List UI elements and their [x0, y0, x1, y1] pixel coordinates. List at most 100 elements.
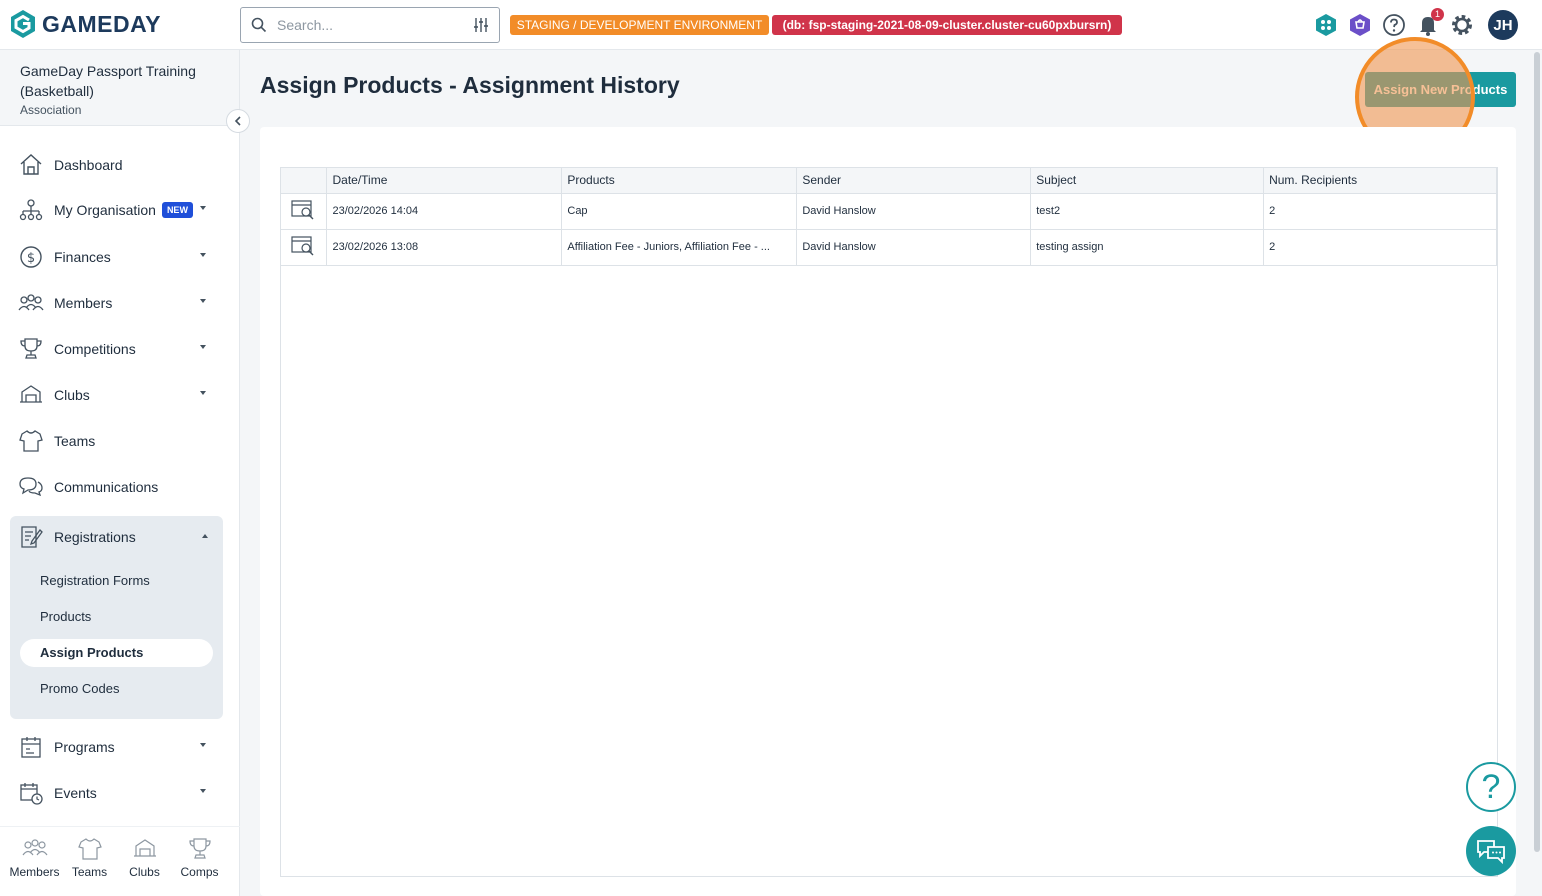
database-badge: (db: fsp-staging-2021-08-09-cluster.clus… — [772, 15, 1122, 35]
chevron-down-icon — [200, 743, 206, 747]
shortcut-label: Members — [9, 865, 60, 879]
search-icon — [251, 17, 267, 33]
cell-sender: David Hanslow — [796, 229, 1032, 266]
shield-cart-icon[interactable] — [1348, 13, 1372, 37]
sidebar-item-label: Finances — [54, 249, 111, 265]
gameday-logo-icon — [11, 10, 35, 38]
sidebar-item-events[interactable]: Events — [18, 778, 218, 808]
clubhouse-icon — [133, 839, 156, 857]
chevron-down-icon — [200, 789, 206, 793]
sidebar-item-finances[interactable]: $ Finances — [18, 242, 218, 272]
view-details-cell[interactable] — [281, 229, 328, 266]
chevron-down-icon — [200, 345, 206, 349]
help-circle-icon[interactable] — [1382, 13, 1406, 37]
sidebar-item-label: Dashboard — [54, 157, 123, 173]
sidebar-item-communications[interactable]: Communications — [18, 472, 218, 502]
assign-new-products-button[interactable]: Assign New Products — [1365, 72, 1516, 107]
table-header-products[interactable]: Products — [561, 168, 798, 194]
table-row[interactable]: 23/02/2026 14:04 Cap David Hanslow test2… — [281, 193, 1497, 230]
chat-button[interactable] — [1466, 826, 1516, 876]
registration-form-icon — [21, 526, 43, 548]
cell-sender: David Hanslow — [796, 193, 1032, 230]
organisation-panel: GameDay Passport Training (Basketball) A… — [0, 50, 239, 126]
shortcut-comps[interactable]: Comps — [172, 827, 227, 896]
members-group-icon — [22, 839, 47, 856]
chevron-down-icon — [200, 206, 206, 210]
sidebar-subitem-products[interactable]: Products — [20, 603, 213, 631]
table-header-subject[interactable]: Subject — [1030, 168, 1265, 194]
sidebar-item-label: My Organisation — [54, 202, 156, 218]
dollar-circle-icon: $ — [20, 246, 42, 268]
help-button[interactable]: ? — [1466, 762, 1516, 812]
chevron-left-icon — [234, 116, 241, 126]
search-box[interactable] — [240, 7, 500, 43]
notification-count-badge: 1 — [1431, 8, 1444, 21]
table-header-datetime[interactable]: Date/Time — [326, 168, 563, 194]
trophy-icon — [20, 338, 42, 359]
chevron-down-icon — [200, 299, 206, 303]
apps-network-icon[interactable] — [1314, 13, 1338, 37]
sidebar-subitem-registration-forms[interactable]: Registration Forms — [20, 567, 213, 595]
chevron-down-icon — [200, 253, 206, 257]
sidebar-subitem-assign-products[interactable]: Assign Products — [20, 639, 213, 667]
assignment-history-card: Date/Time Products Sender Subject Num. R… — [260, 127, 1516, 896]
jersey-icon — [19, 430, 43, 452]
sidebar-item-registrations[interactable]: Registrations — [18, 522, 218, 552]
table-header-sender[interactable]: Sender — [796, 168, 1032, 194]
top-bar: GAMEDAY STAGING / DEVELOPMENT ENVIRONMEN… — [0, 0, 1542, 50]
settings-gear-icon[interactable] — [1450, 13, 1474, 37]
shortcut-members[interactable]: Members — [7, 827, 62, 896]
view-details-icon[interactable] — [291, 235, 315, 256]
cell-products: Cap — [561, 193, 798, 230]
cell-recipients: 2 — [1263, 193, 1497, 230]
sidebar-subitem-promo-codes[interactable]: Promo Codes — [20, 675, 213, 703]
clubhouse-icon — [20, 385, 42, 403]
calendar-program-icon — [21, 737, 41, 758]
cell-products: Affiliation Fee - Juniors, Affiliation F… — [561, 229, 798, 266]
organisation-name: GameDay Passport Training (Basketball) — [20, 63, 196, 99]
gameday-logo[interactable]: GAMEDAY — [10, 9, 161, 39]
sidebar-item-label: Communications — [54, 479, 159, 495]
shortcut-teams[interactable]: Teams — [62, 827, 117, 896]
table-header-row: Date/Time Products Sender Subject Num. R… — [281, 168, 1497, 194]
sidebar-item-programs[interactable]: Programs — [18, 732, 218, 762]
shortcut-label: Teams — [71, 865, 108, 879]
table-row[interactable]: 23/02/2026 13:08 Affiliation Fee - Junio… — [281, 229, 1497, 266]
jersey-icon — [77, 838, 102, 860]
sidebar-item-label: Clubs — [54, 387, 90, 403]
search-input[interactable] — [277, 17, 473, 33]
sidebar-item-dashboard[interactable]: Dashboard — [18, 150, 218, 180]
header-actions: 1 JH — [1314, 8, 1518, 40]
sidebar-item-clubs[interactable]: Clubs — [18, 380, 218, 410]
sidebar-item-my-organisation[interactable]: My Organisation NEW — [18, 195, 218, 225]
sidebar-item-label: Members — [54, 295, 113, 311]
view-details-cell[interactable] — [281, 193, 328, 230]
sidebar-item-competitions[interactable]: Competitions — [18, 334, 218, 364]
filter-sliders-icon[interactable] — [473, 17, 489, 33]
chat-bubbles-icon — [19, 477, 43, 497]
bottom-shortcuts: Members Teams Clubs Comps — [0, 826, 240, 896]
sidebar-item-label: Events — [54, 785, 97, 801]
cell-recipients: 2 — [1263, 229, 1497, 266]
view-details-icon[interactable] — [291, 199, 315, 220]
registrations-group: Registrations Registration Forms Product… — [10, 516, 223, 719]
calendar-clock-icon — [20, 783, 43, 805]
shortcut-clubs[interactable]: Clubs — [117, 827, 172, 896]
chevron-up-icon — [202, 534, 208, 538]
scrollbar-thumb[interactable] — [1534, 52, 1540, 852]
sidebar-item-members[interactable]: Members — [18, 288, 218, 318]
sidebar-collapse-button[interactable] — [226, 109, 250, 133]
user-avatar[interactable]: JH — [1488, 10, 1518, 40]
question-mark-icon: ? — [1481, 767, 1501, 806]
sidebar-item-teams[interactable]: Teams — [18, 426, 218, 456]
table-header-num-recipients[interactable]: Num. Recipients — [1263, 168, 1497, 194]
sidebar: GameDay Passport Training (Basketball) A… — [0, 50, 240, 896]
page-scrollbar[interactable] — [1532, 50, 1542, 896]
sidebar-item-label: Teams — [54, 433, 96, 449]
cell-subject: test2 — [1030, 193, 1265, 230]
org-chart-icon — [19, 199, 43, 221]
cell-subject: testing assign — [1030, 229, 1265, 266]
notification-bell-icon[interactable]: 1 — [1416, 8, 1444, 37]
page-title: Assign Products - Assignment History — [260, 72, 680, 98]
shortcut-label: Comps — [180, 865, 219, 879]
